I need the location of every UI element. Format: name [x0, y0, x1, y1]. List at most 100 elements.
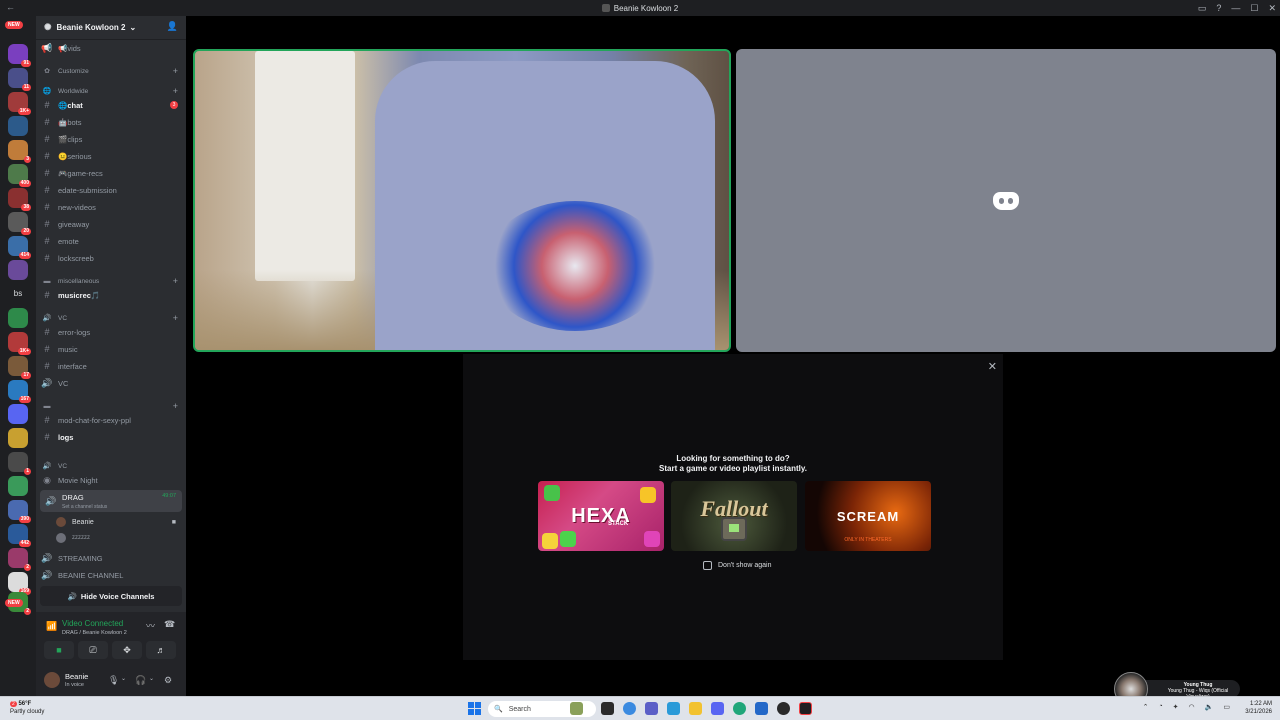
- channel-music[interactable]: # music: [36, 342, 186, 356]
- server-icon[interactable]: 20: [8, 212, 31, 235]
- minimize-icon[interactable]: —: [1231, 3, 1240, 13]
- app-icon[interactable]: [667, 702, 680, 715]
- server-icon[interactable]: 11: [8, 68, 31, 91]
- start-button[interactable]: [468, 702, 481, 715]
- bluetooth-icon[interactable]: ✦: [1173, 703, 1179, 711]
- server-icon[interactable]: 2: [8, 548, 31, 571]
- server-header[interactable]: ✺ Beanie Kowloon 2 ⌄ 👤: [36, 16, 186, 40]
- activities-button[interactable]: ✥: [112, 641, 142, 659]
- channel-interface[interactable]: # interface: [36, 359, 186, 373]
- voice-status[interactable]: Video Connected: [62, 619, 123, 628]
- voice-user-beanie[interactable]: Beanie ■: [56, 515, 182, 529]
- server-bs[interactable]: bs: [8, 284, 28, 304]
- voice-channel-movie-night[interactable]: ◉ Movie Night: [36, 473, 186, 487]
- channel-giveaway[interactable]: # giveaway: [36, 217, 186, 231]
- maximize-icon[interactable]: ☐: [1250, 3, 1258, 14]
- chrome-icon[interactable]: [777, 702, 790, 715]
- signal-icon[interactable]: 📶: [46, 621, 57, 632]
- task-view-icon[interactable]: [601, 702, 614, 715]
- voice-channel-streaming[interactable]: 🔊 STREAMING: [36, 551, 186, 565]
- add-icon[interactable]: +: [173, 276, 178, 286]
- server-icon[interactable]: 442: [8, 524, 31, 547]
- close-window-icon[interactable]: ✕: [1268, 3, 1276, 14]
- soundboard-button[interactable]: ♬: [146, 641, 176, 659]
- voice-channel-beanie[interactable]: 🔊 BEANIE CHANNEL: [36, 568, 186, 582]
- channel-chat[interactable]: # 🌐chat 3: [36, 98, 186, 112]
- add-icon[interactable]: +: [173, 401, 178, 411]
- chevron-up-icon[interactable]: ⌃: [1143, 703, 1149, 711]
- add-icon[interactable]: +: [173, 313, 178, 323]
- server-icon[interactable]: 1K+: [8, 332, 31, 355]
- channel-serious[interactable]: # 😐serious: [36, 149, 186, 163]
- avatar[interactable]: [44, 672, 60, 688]
- store-icon[interactable]: [755, 702, 768, 715]
- camera-button[interactable]: ■: [44, 641, 74, 659]
- server-icon[interactable]: 1K+: [8, 92, 31, 115]
- network-icon[interactable]: ◔: [1158, 703, 1162, 711]
- channel-musicrec[interactable]: # musicrec🎵: [36, 288, 186, 302]
- chevron-down-icon[interactable]: ⌄: [149, 675, 154, 682]
- channel-clips[interactable]: # 🎬clips: [36, 132, 186, 146]
- channel-edate-submission[interactable]: # edate-submission: [36, 183, 186, 197]
- weather-widget[interactable]: 2 56°F Partly cloudy: [10, 700, 44, 716]
- category-vc-2[interactable]: 🔊 VC: [36, 459, 186, 473]
- active-app-icon[interactable]: [799, 702, 812, 715]
- hide-voice-channels-button[interactable]: 🔊 Hide Voice Channels: [40, 586, 182, 606]
- server-icon[interactable]: 1: [8, 452, 31, 475]
- channel-game-recs[interactable]: # 🎮game-recs: [36, 166, 186, 180]
- server-icon[interactable]: [8, 260, 28, 280]
- activity-card-fallout[interactable]: Fallout: [671, 481, 797, 551]
- video-tile-beanie[interactable]: [193, 49, 731, 352]
- category-worldwide[interactable]: 🌐 Worldwide +: [36, 84, 186, 98]
- category-unnamed[interactable]: ▬ +: [36, 399, 186, 413]
- server-icon[interactable]: 167: [8, 380, 31, 403]
- channel-logs[interactable]: # logs: [36, 430, 186, 444]
- edge-icon[interactable]: [733, 702, 746, 715]
- voice-channel-vc[interactable]: 🔊 VC: [36, 376, 186, 390]
- category-miscellaneous[interactable]: ▬ miscellaneous +: [36, 274, 186, 288]
- server-icon[interactable]: 91: [8, 44, 31, 67]
- battery-icon[interactable]: ▭: [1223, 703, 1230, 711]
- server-icon[interactable]: 414: [8, 236, 31, 259]
- add-member-icon[interactable]: 👤: [167, 21, 178, 32]
- server-icon[interactable]: [8, 476, 28, 496]
- channel-emote[interactable]: # emote: [36, 234, 186, 248]
- chevron-down-icon[interactable]: ⌄: [121, 675, 126, 682]
- clock[interactable]: 1:22 AM 3/21/2026: [1245, 700, 1272, 716]
- server-icon[interactable]: 400: [8, 164, 31, 187]
- copilot-icon[interactable]: [623, 702, 636, 715]
- add-icon[interactable]: +: [173, 66, 178, 76]
- channel-vids[interactable]: 📢 📢vids: [36, 41, 186, 55]
- voice-user-zzzzzz[interactable]: zzzzzz: [56, 531, 182, 545]
- server-icon[interactable]: 3: [8, 140, 31, 163]
- headphones-icon[interactable]: 🎧: [135, 675, 146, 686]
- server-icon[interactable]: 17: [8, 356, 31, 379]
- noise-suppression-icon[interactable]: 〰: [146, 619, 155, 632]
- server-icon[interactable]: [8, 308, 28, 328]
- channel-status[interactable]: Set a channel status: [62, 504, 107, 510]
- activity-card-scream[interactable]: SCREAM ONLY IN THEATERS: [805, 481, 931, 551]
- wifi-icon[interactable]: ◠: [1189, 703, 1195, 711]
- discord-taskbar-icon[interactable]: [711, 702, 724, 715]
- voice-location[interactable]: DRAG / Beanie Kowloon 2: [62, 630, 127, 636]
- category-customize[interactable]: ✿ Customize +: [36, 64, 186, 78]
- server-folder-icon[interactable]: [8, 404, 28, 424]
- inbox-icon[interactable]: ▭: [1198, 3, 1207, 14]
- server-icon[interactable]: [8, 428, 28, 448]
- microphone-icon[interactable]: 🎙: [108, 675, 119, 686]
- volume-icon[interactable]: 🔈: [1205, 703, 1214, 711]
- help-icon[interactable]: ?: [1216, 3, 1221, 13]
- back-arrow-icon[interactable]: ←: [6, 2, 15, 12]
- server-icon[interactable]: 169: [8, 572, 31, 595]
- server-icon[interactable]: 38: [8, 188, 31, 211]
- screen-share-button[interactable]: ⎚: [78, 641, 108, 659]
- channel-bots[interactable]: # 🤖bots: [36, 115, 186, 129]
- server-icon[interactable]: 390: [8, 500, 31, 523]
- voice-channel-drag[interactable]: 🔊 DRAG Set a channel status 49:07: [40, 490, 182, 512]
- file-explorer-icon[interactable]: [689, 702, 702, 715]
- teams-icon[interactable]: [645, 702, 658, 715]
- channel-mod-chat[interactable]: # mod-chat-for-sexy-ppl: [36, 413, 186, 427]
- dont-show-again[interactable]: Don't show again: [703, 561, 771, 570]
- disconnect-icon[interactable]: ☎: [164, 619, 175, 630]
- channel-new-videos[interactable]: # new-videos: [36, 200, 186, 214]
